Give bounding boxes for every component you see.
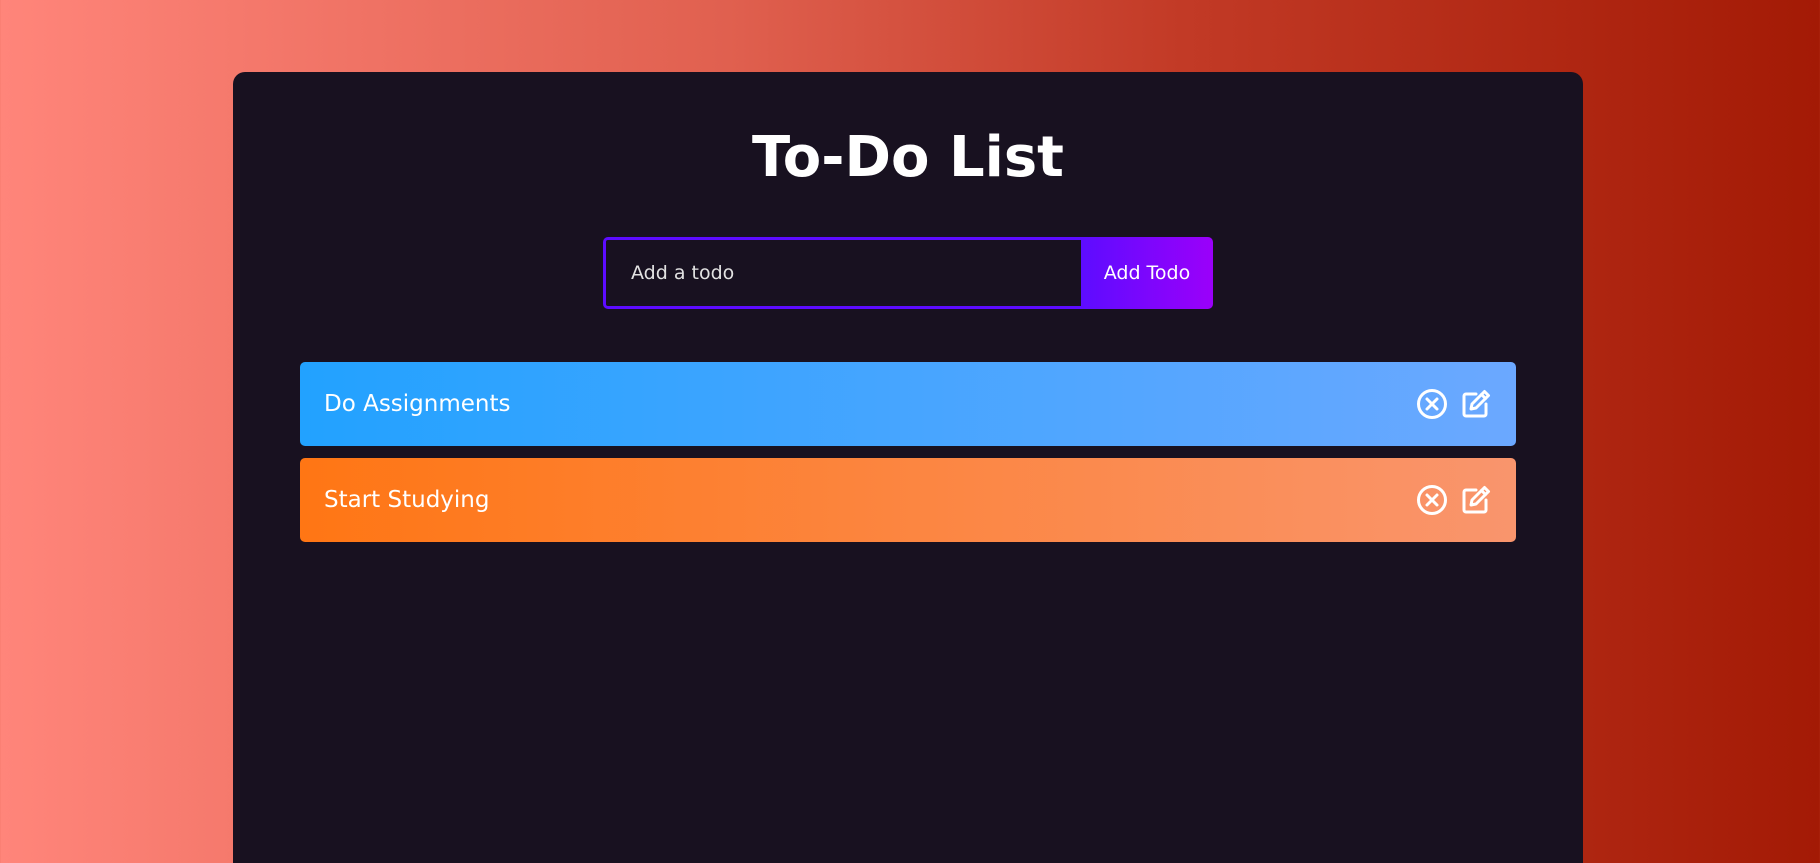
edit-icon[interactable]	[1460, 388, 1492, 420]
todo-actions	[1416, 484, 1492, 516]
todo-app: To-Do List Add Todo Do Assignments	[233, 72, 1583, 863]
page-title: To-Do List	[752, 125, 1064, 190]
todo-input[interactable]	[603, 237, 1081, 309]
todo-row: Do Assignments	[300, 362, 1516, 446]
todo-text: Do Assignments	[324, 391, 511, 417]
add-todo-button[interactable]: Add Todo	[1081, 237, 1213, 309]
todo-actions	[1416, 388, 1492, 420]
todo-text: Start Studying	[324, 487, 490, 513]
todo-list: Do Assignments Start Studying	[300, 362, 1516, 554]
todo-row: Start Studying	[300, 458, 1516, 542]
circle-x-icon[interactable]	[1416, 484, 1448, 516]
edit-icon[interactable]	[1460, 484, 1492, 516]
todo-form: Add Todo	[603, 237, 1213, 309]
circle-x-icon[interactable]	[1416, 388, 1448, 420]
